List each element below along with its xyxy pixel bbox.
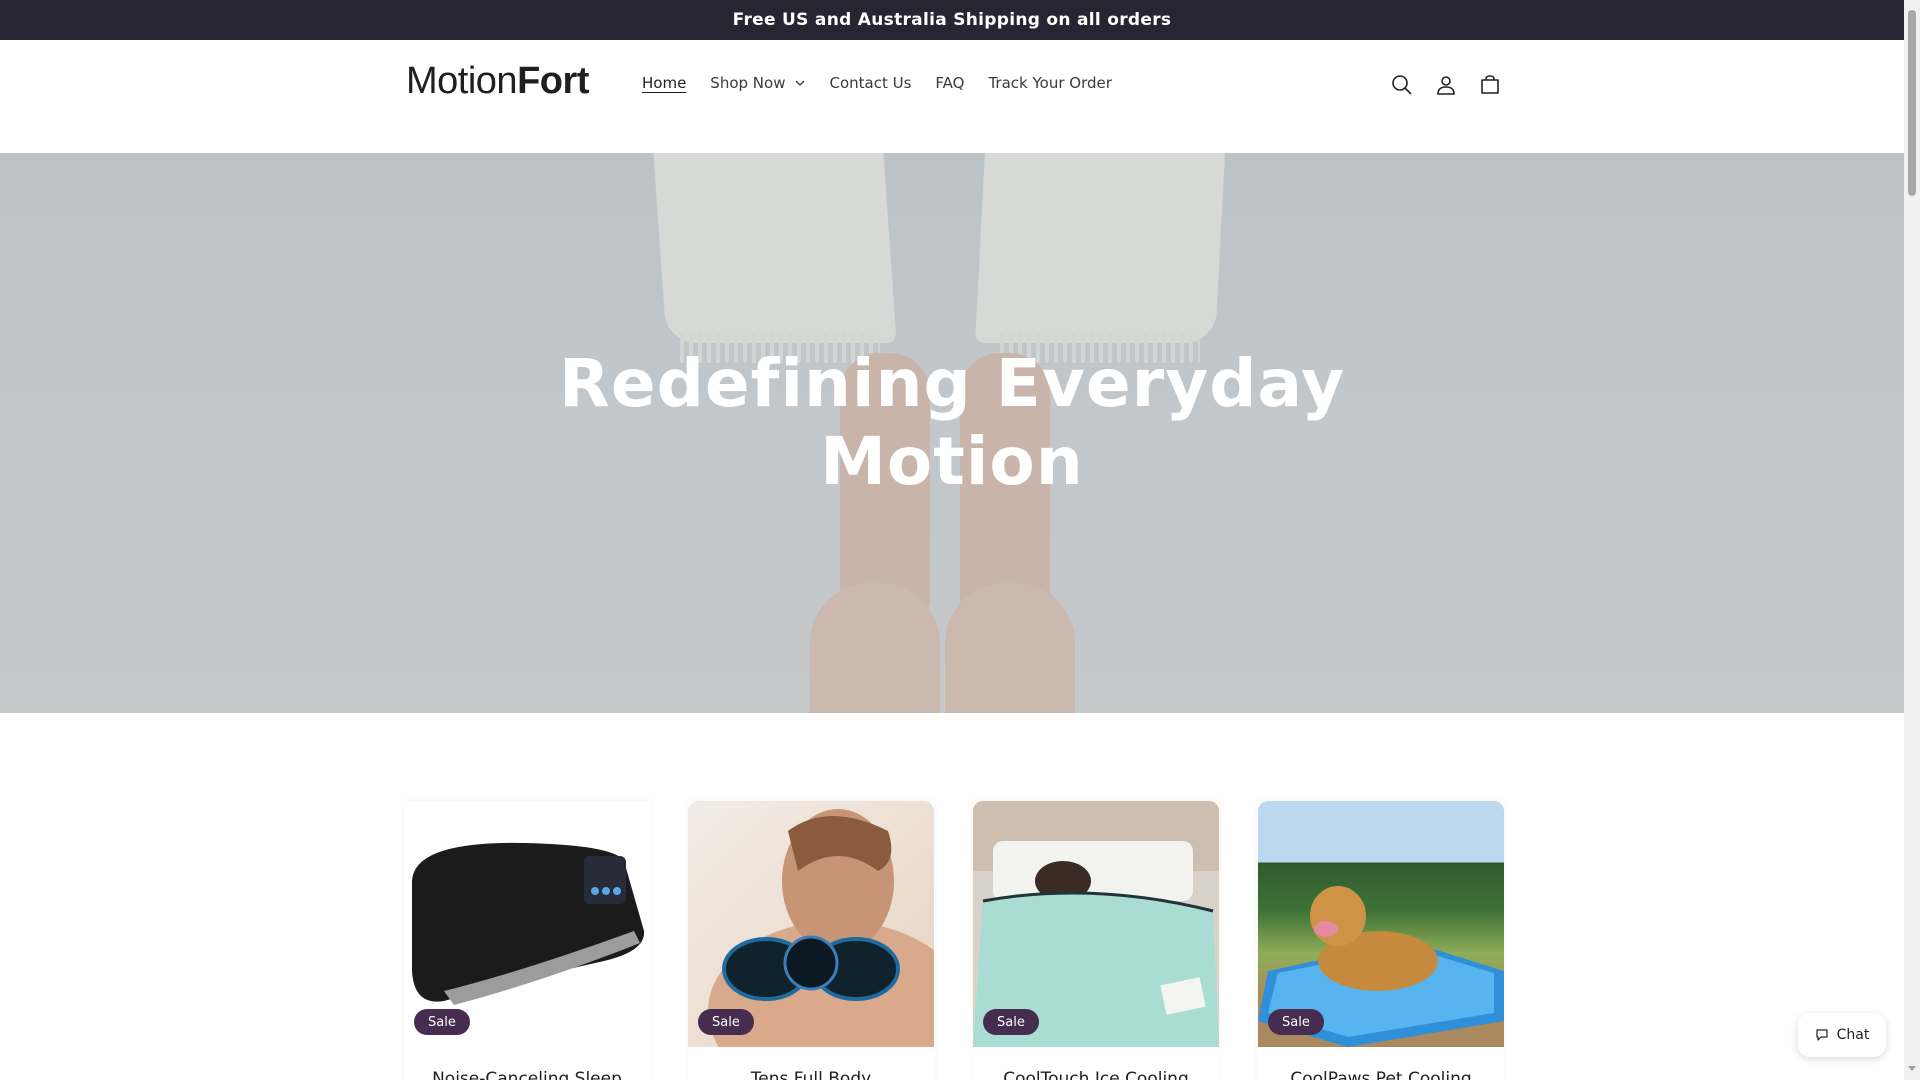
scrollbar-thumb[interactable] bbox=[1908, 10, 1916, 196]
announcement-bar: Free US and Australia Shipping on all or… bbox=[0, 0, 1904, 40]
sale-badge: Sale bbox=[698, 1009, 754, 1035]
hero-title: Redefining Everyday Motion bbox=[552, 345, 1352, 501]
nav-contact-us[interactable]: Contact Us bbox=[829, 74, 911, 92]
chat-button[interactable]: Chat bbox=[1798, 1013, 1886, 1057]
chat-bubble-icon bbox=[1816, 1029, 1828, 1041]
header-icons bbox=[1380, 70, 1512, 100]
sale-badge: Sale bbox=[414, 1009, 470, 1035]
product-card[interactable]: Sale CoolTouch Ice Cooling bbox=[973, 801, 1219, 1080]
cart-icon bbox=[1481, 75, 1499, 94]
account-icon bbox=[1437, 76, 1455, 95]
nav-faq[interactable]: FAQ bbox=[935, 74, 964, 92]
nav-shop-now-label: Shop Now bbox=[710, 74, 786, 92]
nav-shop-now[interactable]: Shop Now bbox=[710, 74, 805, 92]
scroll-down-arrow-icon[interactable] bbox=[1908, 1066, 1916, 1071]
site-header: MotionFort Home Shop Now Contact Us FAQ … bbox=[0, 40, 1904, 153]
search-button[interactable] bbox=[1380, 70, 1424, 100]
sale-badge: Sale bbox=[1268, 1009, 1324, 1035]
sale-badge: Sale bbox=[983, 1009, 1039, 1035]
hero-banner: Redefining Everyday Motion bbox=[0, 153, 1904, 713]
product-card[interactable]: Sale Noise-Canceling Sleep bbox=[404, 801, 650, 1080]
product-grid: Sale Noise-Canceling Sleep Sale Tens Ful… bbox=[0, 713, 1904, 1080]
announcement-text: Free US and Australia Shipping on all or… bbox=[732, 10, 1172, 30]
logo-text-bold: Fort bbox=[517, 60, 589, 102]
nav-track-order[interactable]: Track Your Order bbox=[988, 74, 1111, 92]
search-icon bbox=[1392, 75, 1412, 95]
product-card[interactable]: Sale CoolPaws Pet Cooling bbox=[1258, 801, 1504, 1080]
chat-label: Chat bbox=[1836, 1027, 1870, 1043]
product-title[interactable]: Tens Full Body bbox=[688, 1069, 934, 1080]
chevron-down-icon bbox=[796, 80, 805, 86]
nav-home[interactable]: Home bbox=[642, 74, 686, 92]
product-title[interactable]: CoolPaws Pet Cooling bbox=[1258, 1069, 1504, 1080]
page-scrollbar[interactable] bbox=[1904, 0, 1920, 1080]
account-button[interactable] bbox=[1424, 70, 1468, 100]
product-title[interactable]: Noise-Canceling Sleep bbox=[404, 1069, 650, 1080]
product-title[interactable]: CoolTouch Ice Cooling bbox=[973, 1069, 1219, 1080]
logo-text-light: Motion bbox=[406, 60, 518, 102]
hero-title-line-1: Redefining Everyday bbox=[559, 345, 1345, 422]
product-card[interactable]: Sale Tens Full Body bbox=[688, 801, 934, 1080]
site-logo[interactable]: MotionFort bbox=[406, 60, 589, 110]
cart-button[interactable] bbox=[1468, 70, 1512, 100]
main-nav: Home Shop Now Contact Us FAQ Track Your … bbox=[642, 74, 1136, 92]
hero-title-line-2: Motion bbox=[820, 423, 1084, 500]
